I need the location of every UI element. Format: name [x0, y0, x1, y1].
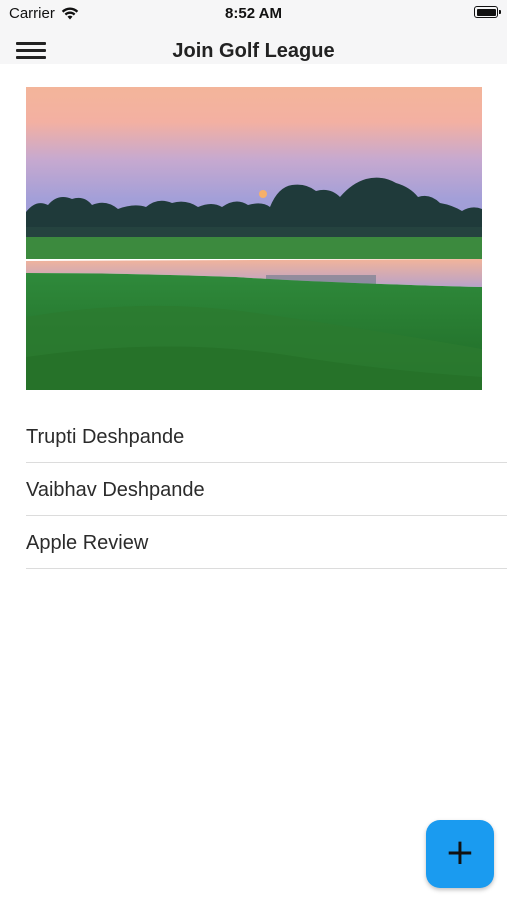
battery-icon: [474, 6, 501, 18]
list-item[interactable]: Apple Review: [26, 516, 507, 569]
list-item-label: Apple Review: [26, 532, 149, 554]
list-item-label: Vaibhav Deshpande: [26, 479, 205, 501]
screen: Carrier 8:52 AM Join Golf League Trupti …: [0, 0, 507, 900]
status-time: 8:52 AM: [225, 5, 282, 22]
plus-icon: +: [444, 832, 476, 873]
navigation-bar: Join Golf League: [0, 28, 507, 64]
golf-course-image: [26, 87, 482, 390]
page-title: Join Golf League: [172, 40, 335, 62]
list-item-label: Trupti Deshpande: [26, 426, 185, 448]
add-button[interactable]: +: [426, 820, 494, 888]
member-list: Trupti Deshpande Vaibhav Deshpande Apple…: [26, 410, 507, 569]
status-bar: Carrier 8:52 AM: [0, 0, 507, 28]
list-item[interactable]: Trupti Deshpande: [26, 410, 507, 463]
list-item[interactable]: Vaibhav Deshpande: [26, 463, 507, 516]
